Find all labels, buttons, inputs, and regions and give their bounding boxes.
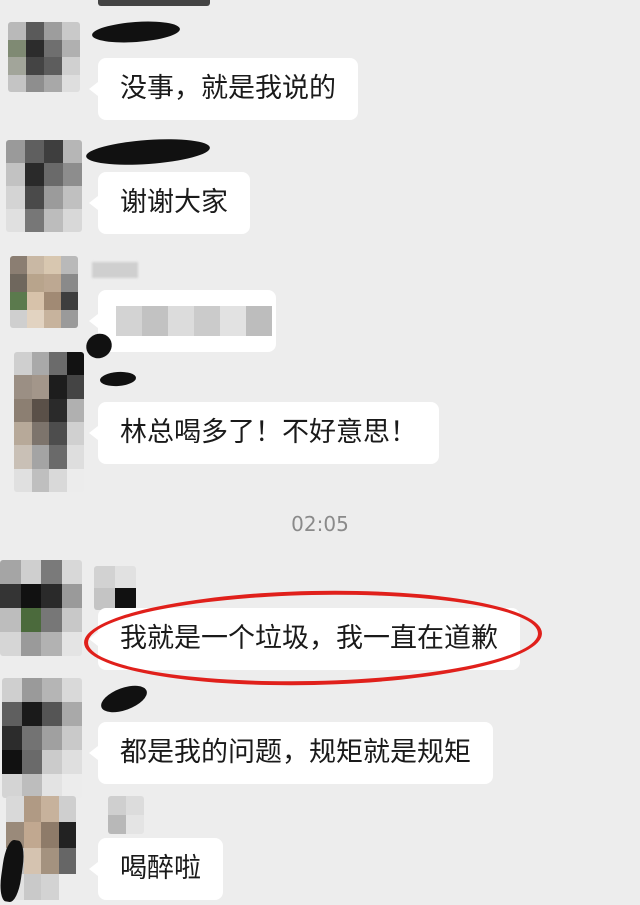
avatar[interactable]: [0, 560, 82, 656]
avatar[interactable]: [10, 256, 78, 328]
avatar[interactable]: [14, 352, 84, 492]
avatar[interactable]: [6, 140, 82, 232]
top-edge-bar: [98, 0, 210, 6]
message-text: 谢谢大家: [120, 187, 228, 218]
message-text: 没事，就是我说的: [120, 73, 336, 104]
redaction-scribble-icon: [97, 680, 151, 718]
timestamp: 02:05: [291, 512, 349, 536]
message-bubble[interactable]: 没事，就是我说的: [89, 58, 358, 120]
redaction-scribble-icon: [99, 370, 137, 388]
pixelated-message-text: [116, 306, 272, 336]
message-bubble[interactable]: 都是我的问题，规矩就是规矩: [89, 722, 493, 784]
redacted-name: [94, 566, 136, 610]
avatar[interactable]: [2, 678, 82, 798]
redaction-scribble-icon: [85, 135, 211, 169]
highlight-circle: [83, 586, 543, 690]
message-bubble[interactable]: 喝醉啦: [89, 838, 223, 900]
redaction-scribble-icon: [91, 18, 181, 46]
message-text: 林总喝多了！不好意思！: [120, 417, 417, 448]
message-bubble[interactable]: 谢谢大家: [89, 172, 250, 234]
message-bubble[interactable]: [89, 290, 276, 352]
redacted-name: [92, 262, 138, 278]
message-bubble[interactable]: 林总喝多了！不好意思！: [89, 402, 439, 464]
redacted-name: [108, 796, 144, 834]
avatar[interactable]: [8, 22, 80, 92]
message-text: 喝醉啦: [120, 853, 201, 884]
message-text: 都是我的问题，规矩就是规矩: [120, 737, 471, 768]
